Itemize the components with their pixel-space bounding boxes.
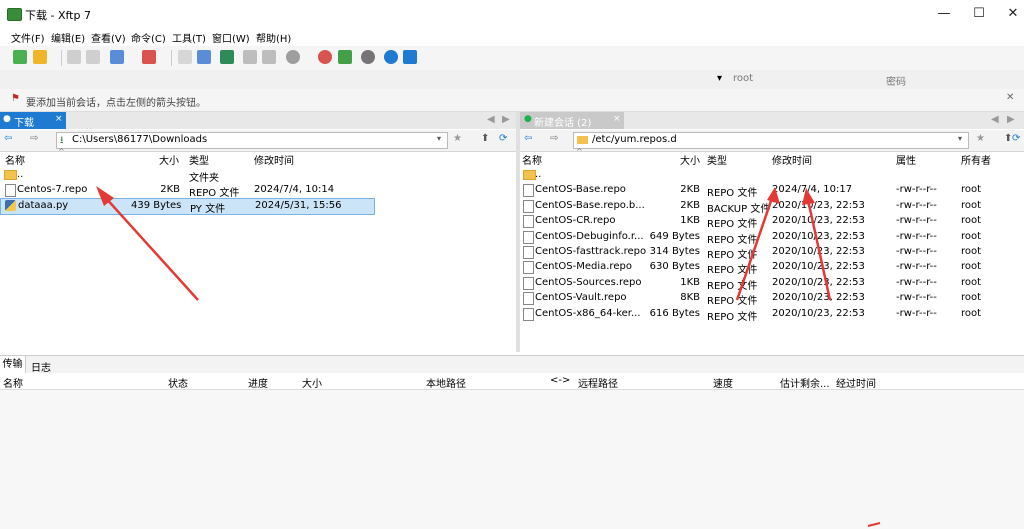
annotation-arrow-mid [735,197,774,301]
annotation-arrow-left [103,195,199,301]
annotation-arrows [96,186,881,527]
arrowhead-icon [802,188,815,205]
annotation-mark [867,522,881,527]
annotation-arrow-right [806,199,832,301]
arrowhead-icon [767,187,780,204]
